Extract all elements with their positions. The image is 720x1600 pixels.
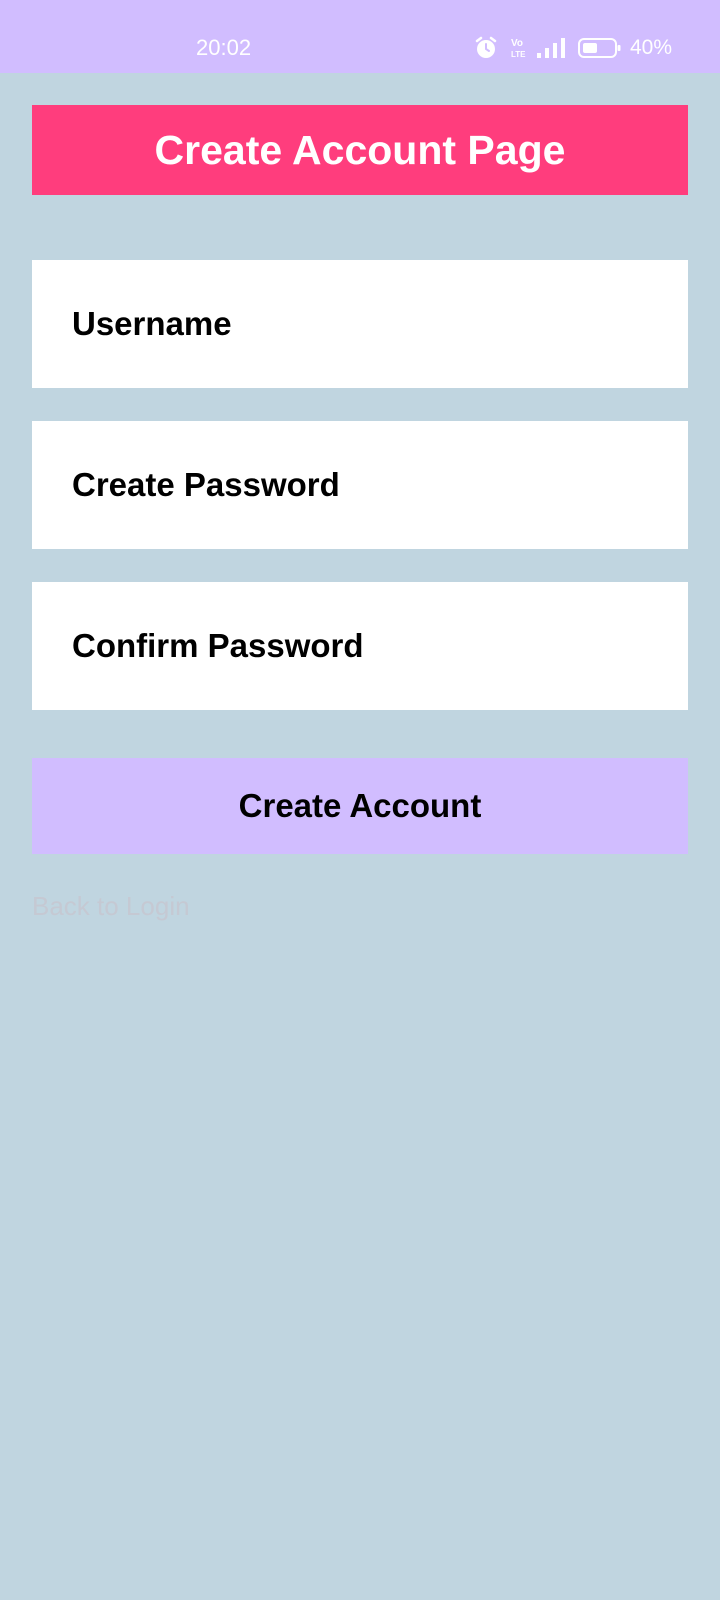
status-bar: 20:02 Vo LTE 40%	[0, 0, 720, 73]
create-account-button[interactable]: Create Account	[32, 758, 688, 854]
username-placeholder: Username	[72, 305, 232, 342]
confirm-password-input[interactable]: Confirm Password	[32, 582, 688, 710]
status-time: 20:02	[196, 35, 252, 60]
battery-icon	[577, 37, 622, 59]
username-input[interactable]: Username	[32, 260, 688, 388]
svg-text:Vo: Vo	[511, 38, 523, 49]
alarm-icon	[474, 36, 498, 60]
create-password-input[interactable]: Create Password	[32, 421, 688, 549]
page-title-banner: Create Account Page	[32, 105, 688, 195]
volte-icon: Vo LTE	[510, 36, 526, 60]
confirm-password-placeholder: Confirm Password	[72, 627, 364, 664]
page-title: Create Account Page	[154, 126, 566, 173]
status-icons: Vo LTE 40%	[474, 34, 672, 62]
signal-icon	[536, 37, 566, 59]
battery-percent: 40%	[629, 36, 672, 59]
create-password-placeholder: Create Password	[72, 466, 340, 503]
create-account-label: Create Account	[238, 787, 482, 824]
back-to-login-link[interactable]: Back to Login	[32, 889, 190, 923]
svg-text:LTE: LTE	[511, 50, 526, 59]
